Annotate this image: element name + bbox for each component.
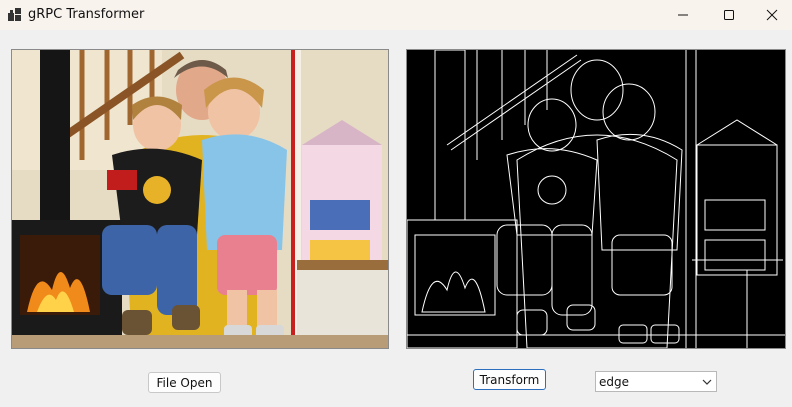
close-icon — [766, 9, 778, 21]
title-bar: gRPC Transformer — [0, 0, 792, 30]
transform-type-value: edge — [599, 375, 629, 389]
edge-transformed-photo — [407, 50, 785, 348]
file-open-button[interactable]: File Open — [148, 372, 221, 393]
minimize-icon — [678, 14, 688, 16]
maximize-icon — [724, 10, 734, 20]
minimize-button[interactable] — [660, 0, 706, 30]
window-title: gRPC Transformer — [28, 7, 145, 22]
maximize-button[interactable] — [706, 0, 752, 30]
source-image-box — [11, 49, 389, 349]
app-icon — [8, 8, 21, 21]
transform-button[interactable]: Transform — [473, 369, 546, 390]
source-photo — [12, 50, 388, 348]
close-button[interactable] — [752, 0, 792, 30]
chevron-down-icon — [702, 379, 712, 385]
transform-type-select[interactable]: edge — [595, 371, 717, 392]
result-image-box — [406, 49, 786, 349]
